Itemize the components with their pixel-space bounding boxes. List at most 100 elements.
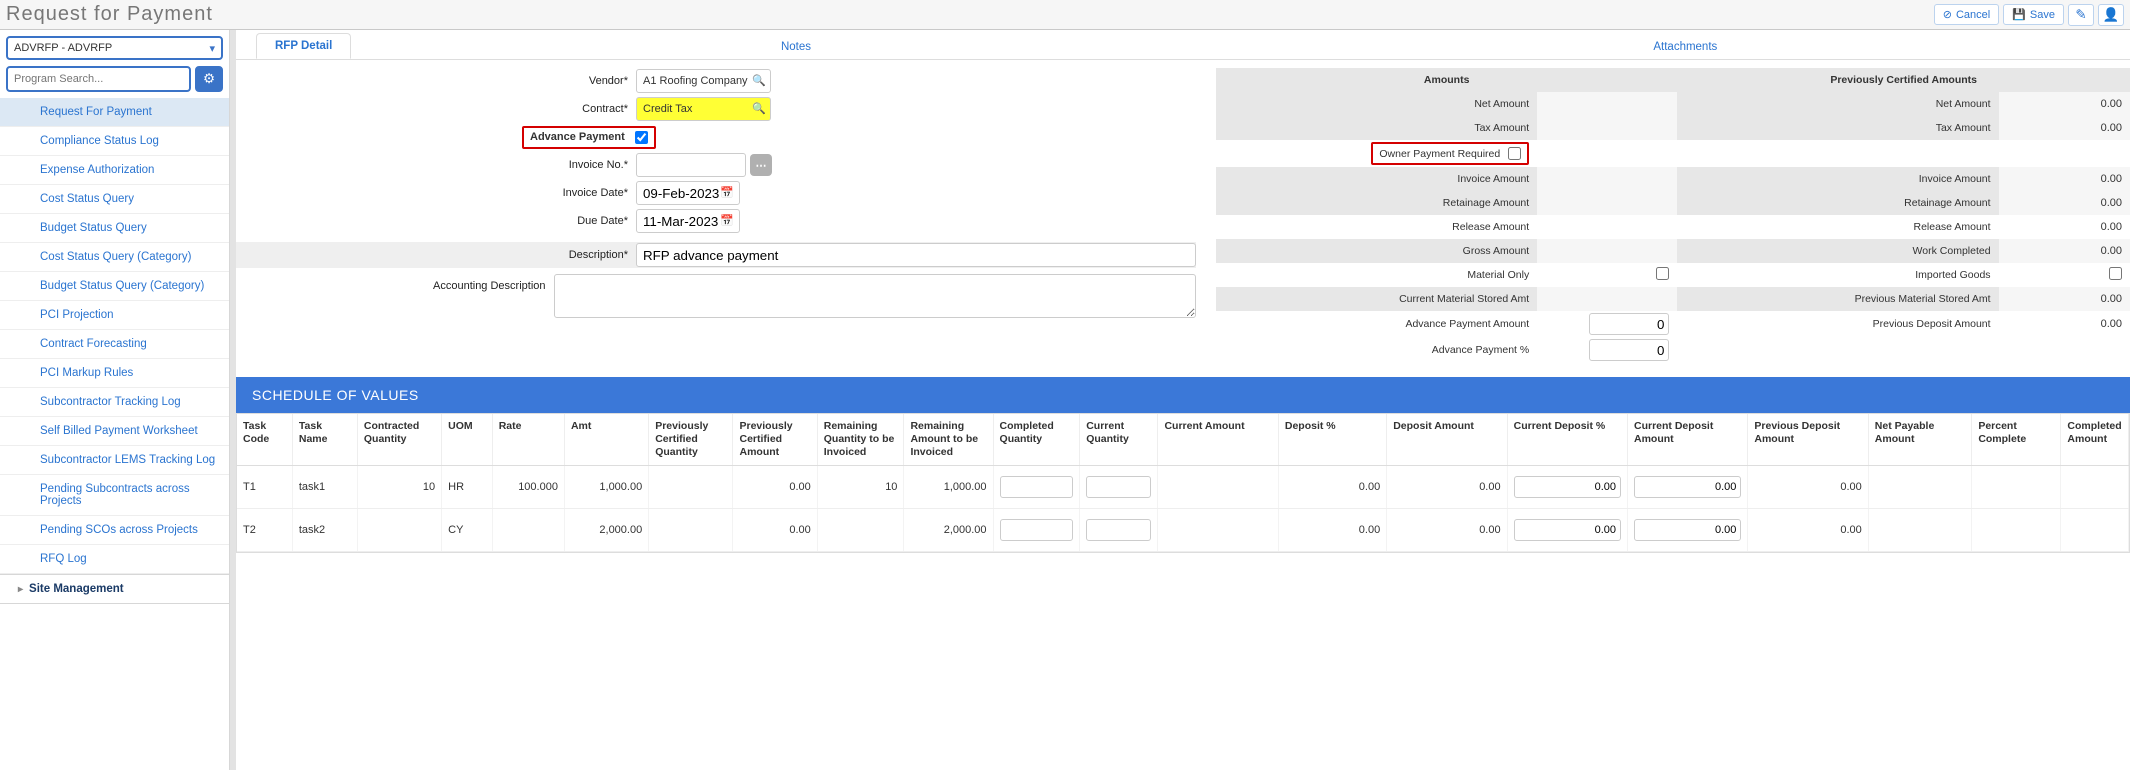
invoice-no-input[interactable] <box>636 153 746 177</box>
group-site-management[interactable]: Site Management <box>0 574 229 604</box>
amount-label: Previous Deposit Amount <box>1677 311 1998 337</box>
sidebar-item[interactable]: Subcontractor LEMS Tracking Log <box>0 446 229 475</box>
sidebar-item[interactable]: PCI Projection <box>0 301 229 330</box>
tab-notes[interactable]: Notes <box>351 35 1240 59</box>
material-only-checkbox[interactable] <box>1656 267 1669 280</box>
sov-col-header: Task Code <box>237 414 292 466</box>
sov-col-header: Task Name <box>292 414 357 466</box>
sov-title: SCHEDULE OF VALUES <box>236 377 2130 413</box>
table-row: T2task2CY2,000.000.002,000.000.000.000.0… <box>237 509 2129 552</box>
vendor-label: Vendor* <box>236 75 636 87</box>
description-label: Description* <box>236 249 636 261</box>
tab-attachments[interactable]: Attachments <box>1241 35 2130 59</box>
sidebar-item[interactable]: RFQ Log <box>0 545 229 574</box>
user-icon[interactable]: 👤 <box>2098 4 2124 26</box>
sov-col-header: Current Deposit % <box>1507 414 1627 466</box>
advance-payment-highlight: Advance Payment <box>522 126 656 149</box>
sov-col-header: Current Deposit Amount <box>1628 414 1748 466</box>
sov-cell-input[interactable] <box>1086 476 1151 498</box>
gear-icon[interactable]: ⚙ <box>195 66 223 92</box>
sidebar-item[interactable]: Pending Subcontracts across Projects <box>0 475 229 516</box>
owner-payment-highlight: Owner Payment Required <box>1371 142 1529 165</box>
sidebar-item[interactable]: Budget Status Query <box>0 214 229 243</box>
sov-col-header: UOM <box>442 414 493 466</box>
search-icon[interactable]: 🔍 <box>752 102 766 115</box>
sidebar-item[interactable]: Pending SCOs across Projects <box>0 516 229 545</box>
sidebar-item[interactable]: Subcontractor Tracking Log <box>0 388 229 417</box>
sov-col-header: Amt <box>564 414 648 466</box>
program-search-input[interactable] <box>6 66 191 92</box>
amount-label: Previous Material Stored Amt <box>1677 287 1998 311</box>
amount-label: Net Amount <box>1216 92 1537 116</box>
search-icon[interactable]: 🔍 <box>752 74 766 87</box>
save-button[interactable]: 💾 Save <box>2003 4 2064 25</box>
amount-label: Tax Amount <box>1216 116 1537 140</box>
chevron-down-icon: ▾ <box>209 42 215 55</box>
sov-cell-input[interactable] <box>1634 476 1741 498</box>
sov-col-header: Deposit % <box>1278 414 1386 466</box>
sov-col-header: Current Amount <box>1158 414 1278 466</box>
sidebar-item[interactable]: Contract Forecasting <box>0 330 229 359</box>
imported-goods-checkbox[interactable] <box>2109 267 2122 280</box>
more-icon[interactable]: ⋯ <box>750 154 772 176</box>
calendar-icon[interactable]: 📅 <box>720 186 734 199</box>
prev-cert-header: Previously Certified Amounts <box>1677 68 2130 92</box>
sov-cell-input[interactable] <box>1086 519 1151 541</box>
amount-label: Release Amount <box>1677 215 1998 239</box>
vendor-lookup[interactable]: A1 Roofing Company 🔍 <box>636 69 771 93</box>
amount-label: Release Amount <box>1216 215 1537 239</box>
sov-col-header: Deposit Amount <box>1387 414 1507 466</box>
sidebar-item[interactable]: Expense Authorization <box>0 156 229 185</box>
sidebar-item[interactable]: Request For Payment <box>0 98 229 127</box>
sidebar-item[interactable]: Budget Status Query (Category) <box>0 272 229 301</box>
amount-label: Advance Payment Amount <box>1216 311 1537 337</box>
sov-col-header: Remaining Quantity to be Invoiced <box>817 414 904 466</box>
accounting-label: Accounting Description <box>236 274 554 292</box>
amount-label: Retainage Amount <box>1677 191 1998 215</box>
amount-label: Invoice Amount <box>1677 167 1998 191</box>
sov-col-header: Contracted Quantity <box>357 414 441 466</box>
amount-label: Tax Amount <box>1677 116 1998 140</box>
amount-input[interactable] <box>1589 313 1669 335</box>
contract-lookup[interactable]: Credit Tax 🔍 <box>636 97 771 121</box>
sov-cell-input[interactable] <box>1634 519 1741 541</box>
sidebar-item[interactable]: Compliance Status Log <box>0 127 229 156</box>
sov-col-header: Rate <box>492 414 564 466</box>
sov-cell-input[interactable] <box>1514 519 1621 541</box>
sov-col-header: Previously Certified Amount <box>733 414 817 466</box>
advance-payment-checkbox[interactable] <box>635 131 648 144</box>
program-select[interactable]: ADVRFP - ADVRFP ▾ <box>6 36 223 60</box>
accounting-description-input[interactable] <box>554 274 1196 318</box>
sidebar-item[interactable]: Self Billed Payment Worksheet <box>0 417 229 446</box>
tab-rfp-detail[interactable]: RFP Detail <box>256 33 351 59</box>
amount-label: Advance Payment % <box>1216 337 1537 363</box>
sov-col-header: Previous Deposit Amount <box>1748 414 1868 466</box>
amount-label: Net Amount <box>1677 92 1998 116</box>
sov-col-header: Remaining Amount to be Invoiced <box>904 414 993 466</box>
sov-col-header: Completed Quantity <box>993 414 1080 466</box>
sov-col-header: Previously Certified Quantity <box>649 414 733 466</box>
sidebar-item[interactable]: Cost Status Query <box>0 185 229 214</box>
invoice-date-label: Invoice Date* <box>236 187 636 199</box>
sov-col-header: Current Quantity <box>1080 414 1158 466</box>
owner-payment-checkbox[interactable] <box>1508 147 1521 160</box>
amount-input[interactable] <box>1589 339 1669 361</box>
description-input[interactable] <box>636 243 1196 267</box>
due-date-label: Due Date* <box>236 215 636 227</box>
sov-cell-input[interactable] <box>1000 519 1074 541</box>
amount-label <box>1677 337 1998 363</box>
table-row: T1task110HR100.0001,000.000.00101,000.00… <box>237 466 2129 509</box>
sov-cell-input[interactable] <box>1514 476 1621 498</box>
cancel-button[interactable]: ⊘ Cancel <box>1934 4 1999 25</box>
amount-label: Work Completed <box>1677 239 1998 263</box>
invoice-no-label: Invoice No.* <box>236 159 636 171</box>
amount-label: Gross Amount <box>1216 239 1537 263</box>
sov-col-header: Completed Amount <box>2061 414 2129 466</box>
calendar-icon[interactable]: 📅 <box>720 214 734 227</box>
sidebar-item[interactable]: PCI Markup Rules <box>0 359 229 388</box>
sov-cell-input[interactable] <box>1000 476 1074 498</box>
sov-col-header: Percent Complete <box>1972 414 2061 466</box>
sidebar-item[interactable]: Cost Status Query (Category) <box>0 243 229 272</box>
contract-label: Contract* <box>236 103 636 115</box>
edit-icon[interactable]: ✎ <box>2068 4 2094 26</box>
